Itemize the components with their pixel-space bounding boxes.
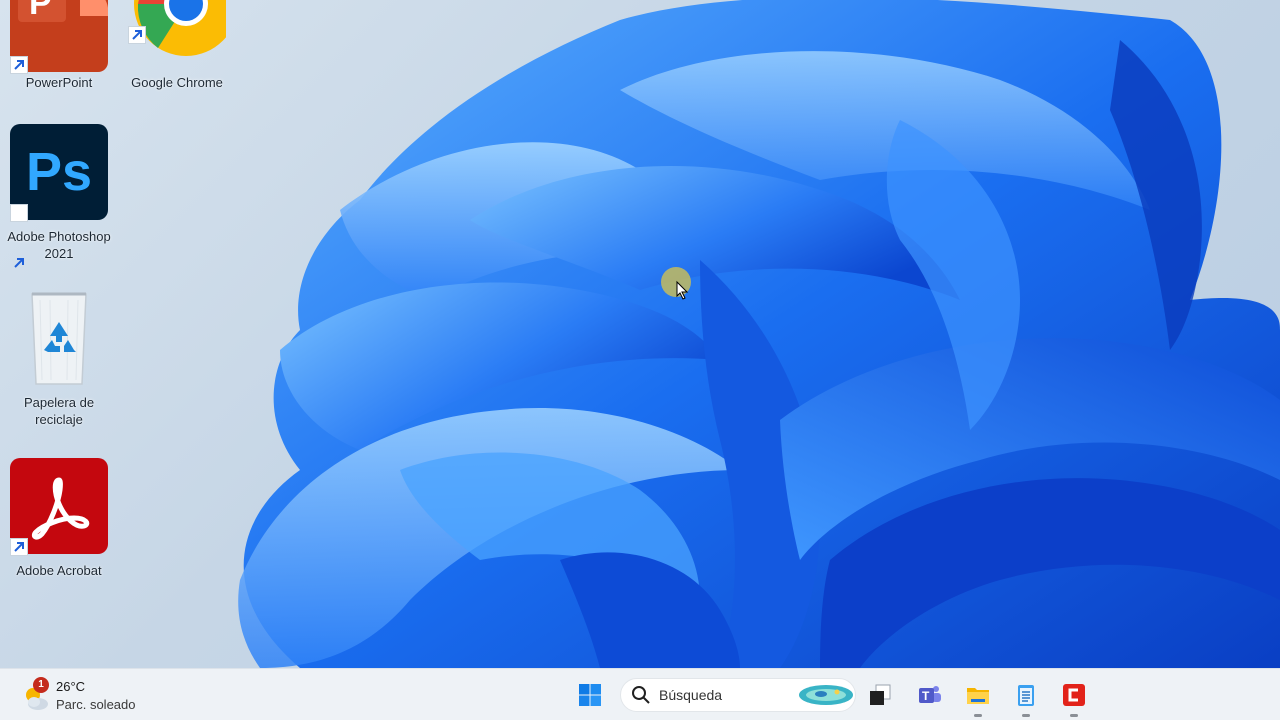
file-explorer-button[interactable] (960, 677, 996, 717)
running-indicator (1022, 714, 1030, 717)
notification-badge: 1 (33, 677, 49, 693)
shortcut-arrow-icon (128, 26, 146, 44)
svg-text:P: P (29, 0, 52, 22)
weather-condition: Parc. soleado (56, 697, 136, 712)
desktop-icon-adobe-photoshop[interactable]: Ps Adobe Photoshop 2021 (0, 124, 118, 268)
weather-widget[interactable]: 1 26°C Parc. soleado (18, 675, 178, 715)
start-button[interactable] (572, 677, 608, 713)
photoshop-glyph: Ps (25, 142, 93, 202)
shortcut-arrow-icon (10, 204, 28, 268)
search-highlight-icon (799, 685, 853, 705)
shortcut-arrow-icon (10, 56, 28, 74)
svg-text:T: T (922, 689, 930, 703)
camtasia-button[interactable] (1056, 677, 1092, 717)
recycle-bin-icon (10, 290, 108, 386)
wallpaper-bloom (238, 0, 1280, 668)
teams-button[interactable]: T (912, 677, 948, 713)
notepad-button[interactable] (1008, 677, 1044, 717)
camtasia-icon (1063, 684, 1085, 706)
desktop-icon-label: Papelera de reciclaje (23, 395, 95, 427)
desktop-icon-powerpoint[interactable]: P PowerPoint (0, 0, 118, 91)
task-view-button[interactable] (862, 677, 898, 713)
acrobat-icon (10, 458, 108, 556)
weather-temperature: 26°C (56, 679, 86, 694)
running-indicator (1070, 714, 1078, 717)
taskbar: 1 26°C Parc. soleado Búsqueda T (0, 668, 1280, 720)
chrome-icon (128, 0, 226, 72)
running-indicator (974, 714, 982, 717)
mouse-cursor (660, 266, 696, 302)
teams-icon: T (919, 686, 941, 703)
shortcut-arrow-icon (10, 538, 28, 556)
notepad-icon (1018, 685, 1034, 706)
desktop-icon-label: PowerPoint (25, 75, 93, 90)
desktop-icon-label: Google Chrome (131, 75, 223, 90)
search-icon (632, 686, 650, 704)
taskbar-search-box[interactable]: Búsqueda (620, 678, 856, 712)
desktop-icon-recycle-bin[interactable]: Papelera de reciclaje (0, 290, 118, 428)
desktop-icon-google-chrome[interactable]: Google Chrome (118, 0, 236, 91)
start-icon (579, 684, 601, 706)
photoshop-icon: Ps (10, 124, 108, 268)
desktop-icon-label: Adobe Acrobat (16, 563, 102, 578)
powerpoint-icon: P (10, 0, 108, 74)
desktop[interactable]: P PowerPoint Google Chrome Ps Adobe Phot… (0, 0, 1280, 720)
desktop-icon-adobe-acrobat[interactable]: Adobe Acrobat (0, 458, 118, 579)
file-explorer-icon (967, 688, 989, 704)
task-view-icon (870, 684, 891, 705)
search-placeholder: Búsqueda (659, 687, 723, 703)
